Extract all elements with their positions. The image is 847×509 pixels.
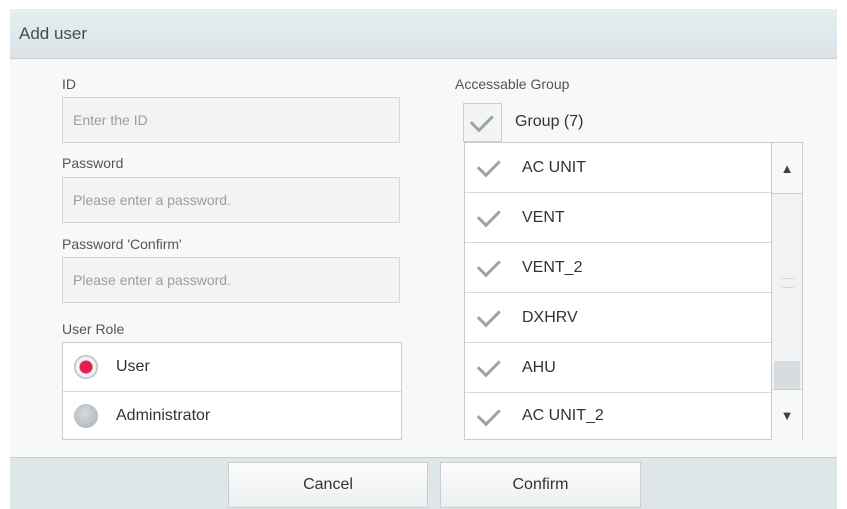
- group-list-scrollbar[interactable]: ▲ ▼: [771, 143, 802, 440]
- checkmark-icon: [476, 401, 501, 426]
- user-role-label: User Role: [62, 321, 125, 337]
- radio-unselected-icon: [74, 404, 98, 428]
- group-item-label: VENT_2: [522, 258, 583, 276]
- group-count-label: Group (7): [515, 113, 584, 130]
- dialog-title: Add user: [19, 24, 88, 43]
- group-item-dxhrv[interactable]: DXHRV: [465, 293, 771, 343]
- scrollbar-grip-icon: [782, 278, 794, 288]
- password-confirm-input[interactable]: [63, 258, 399, 302]
- group-item-label: DXHRV: [522, 308, 578, 326]
- checkmark-icon: [476, 303, 501, 328]
- group-list: AC UNIT VENT VENT_2 DXHRV AHU AC UNIT_2: [464, 142, 803, 440]
- accessable-group-label: Accessable Group: [455, 76, 570, 92]
- password-input[interactable]: [63, 178, 399, 222]
- checkmark-icon: [476, 153, 501, 178]
- scroll-down-icon[interactable]: ▼: [772, 389, 802, 440]
- checkmark-icon: [476, 253, 501, 278]
- role-option-label: User: [116, 358, 150, 375]
- dialog-titlebar: Add user: [10, 9, 837, 59]
- password-confirm-field-box: [62, 257, 400, 303]
- group-item-ac-unit-2[interactable]: AC UNIT_2: [465, 393, 771, 439]
- scrollbar-thumb[interactable]: [774, 361, 800, 389]
- group-item-ahu[interactable]: AHU: [465, 343, 771, 393]
- id-field-box: [62, 97, 400, 143]
- group-item-vent-2[interactable]: VENT_2: [465, 243, 771, 293]
- group-item-ac-unit[interactable]: AC UNIT: [465, 143, 771, 193]
- dialog-content: ID Password Password 'Confirm' User Role…: [10, 59, 837, 458]
- role-option-label: Administrator: [116, 407, 211, 424]
- scroll-up-icon[interactable]: ▲: [772, 143, 802, 194]
- checkmark-icon: [476, 353, 501, 378]
- group-item-label: AHU: [522, 358, 556, 376]
- radio-selected-icon: [74, 355, 98, 379]
- cancel-button[interactable]: Cancel: [228, 462, 428, 508]
- group-item-label: AC UNIT: [522, 158, 586, 176]
- group-item-label: AC UNIT_2: [522, 407, 604, 424]
- group-item-label: VENT: [522, 208, 565, 226]
- role-option-administrator[interactable]: Administrator: [63, 391, 401, 440]
- select-all-checkbox[interactable]: [463, 102, 502, 142]
- role-option-user[interactable]: User: [63, 343, 401, 391]
- id-label: ID: [62, 76, 76, 92]
- password-label: Password: [62, 155, 124, 171]
- add-user-dialog: Add user ID Password Password 'Confirm' …: [10, 9, 837, 509]
- checkmark-icon: [476, 203, 501, 228]
- password-confirm-label: Password 'Confirm': [62, 236, 182, 252]
- id-input[interactable]: [63, 98, 399, 142]
- group-item-vent[interactable]: VENT: [465, 193, 771, 243]
- group-select-all[interactable]: Group (7): [463, 102, 583, 142]
- user-role-group: User Administrator: [62, 342, 402, 440]
- confirm-button[interactable]: Confirm: [440, 462, 641, 508]
- checkmark-icon: [469, 107, 494, 132]
- password-field-box: [62, 177, 400, 223]
